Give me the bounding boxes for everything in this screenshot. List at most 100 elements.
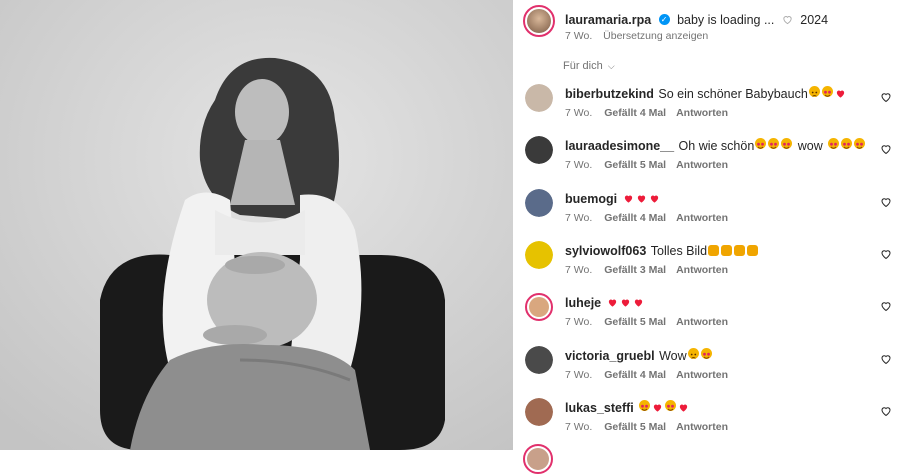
white-heart-icon: [782, 12, 793, 25]
comment-line: sylviowolf063 Tolles Bild: [565, 242, 759, 260]
comment-username[interactable]: lukas_steffi: [565, 401, 634, 415]
comment-username[interactable]: buemogi: [565, 192, 617, 206]
red-heart-icon: [620, 295, 631, 307]
like-comment-heart-icon[interactable]: [880, 142, 892, 155]
red-heart-icon: [636, 191, 647, 203]
caption-year: 2024: [800, 13, 829, 27]
comment-row: lauraadesimone__ Oh wie schön wow 7 Wo. G…: [513, 130, 900, 182]
heart-eyes-emoji-icon: [841, 138, 853, 150]
like-comment-heart-icon[interactable]: [880, 90, 892, 103]
comment-time: 7 Wo.: [565, 420, 593, 433]
comment-time: 7 Wo.: [565, 368, 593, 381]
verified-badge-icon: ✓: [658, 14, 670, 26]
comment-row: buemogi 7 Wo. Gefällt 4 Mal Antworten: [513, 183, 900, 235]
comment-row: luheje 7 Wo. Gefällt 5 Mal Antworten: [513, 287, 900, 339]
commenter-avatar[interactable]: [525, 84, 553, 112]
comment-line: lukas_steffi: [565, 399, 690, 417]
comment-username[interactable]: biberbutzekind: [565, 87, 654, 101]
comment-line: luheje: [565, 294, 645, 312]
like-comment-heart-icon[interactable]: [880, 404, 892, 416]
comment-likes-count[interactable]: Gefällt 4 Mal: [604, 212, 666, 224]
comment-filter-dropdown[interactable]: Für dich ⌵: [563, 60, 615, 72]
reply-button[interactable]: Antworten: [676, 316, 728, 328]
sad-face-emoji-icon: [808, 86, 820, 97]
comment-meta: 7 Wo. Gefällt 4 Mal Antworten: [565, 107, 728, 119]
sad-face-emoji-icon: [687, 347, 699, 359]
red-heart-icon: [652, 400, 663, 412]
comment-time: 7 Wo.: [565, 107, 593, 119]
comment-row: sylviowolf063 Tolles Bild 7 Wo. Gefällt 3 …: [513, 235, 900, 287]
reply-button[interactable]: Antworten: [676, 212, 728, 224]
clap-icon: [747, 244, 759, 256]
commenter-avatar[interactable]: [525, 188, 553, 217]
commenter-avatar[interactable]: [525, 397, 553, 426]
reply-button[interactable]: Antworten: [676, 264, 728, 276]
red-heart-icon: [835, 86, 846, 98]
comment-likes-count[interactable]: Gefällt 5 Mal: [604, 316, 666, 328]
commenter-avatar-next[interactable]: [523, 444, 553, 474]
clap-icon: [734, 244, 746, 256]
heart-eyes-emoji-icon: [768, 138, 780, 150]
comment-likes-count[interactable]: Gefällt 4 Mal: [604, 107, 666, 119]
reply-button[interactable]: Antworten: [676, 159, 728, 171]
comment-meta: 7 Wo. Gefällt 4 Mal Antworten: [565, 212, 728, 224]
comments-panel: lauramaria.rpa ✓ baby is loading ... 202…: [513, 0, 900, 474]
caption-line: lauramaria.rpa ✓ baby is loading ... 202…: [565, 11, 828, 29]
like-comment-heart-icon[interactable]: [880, 299, 892, 312]
clap-icon: [708, 244, 720, 256]
red-heart-icon: [649, 191, 660, 203]
comment-row: lukas_steffi 7 Wo. Gefällt 5 Mal Antworten: [513, 392, 900, 444]
commenter-avatar[interactable]: [525, 345, 553, 374]
reply-button[interactable]: Antworten: [676, 107, 728, 119]
comment-text-2: wow: [797, 139, 823, 154]
comment-username[interactable]: luheje: [565, 296, 601, 310]
comment-likes-count[interactable]: Gefällt 4 Mal: [604, 369, 666, 381]
comment-text: Wow: [659, 348, 687, 363]
reply-button[interactable]: Antworten: [676, 369, 728, 381]
comment-row: biberbutzekind So ein schöner Babybauch 7…: [513, 78, 900, 130]
comment-text: So ein schöner Babybauch: [658, 87, 808, 101]
heart-eyes-emoji-icon: [639, 399, 651, 411]
comment-time: 7 Wo.: [565, 263, 593, 276]
comment-time: 7 Wo.: [565, 211, 593, 224]
comment-likes-count[interactable]: Gefällt 3 Mal: [604, 264, 666, 276]
comment-text: Oh wie schön: [678, 139, 755, 154]
commenter-avatar[interactable]: [525, 293, 553, 322]
author-username[interactable]: lauramaria.rpa: [565, 13, 651, 27]
comment-likes-count[interactable]: Gefällt 5 Mal: [604, 421, 666, 433]
red-heart-icon: [678, 400, 689, 412]
comment-line: lauraadesimone__ Oh wie schön wow: [565, 137, 866, 155]
comment-meta: 7 Wo. Gefällt 3 Mal Antworten: [565, 264, 728, 276]
caption-time: 7 Wo.: [565, 30, 593, 42]
reply-button[interactable]: Antworten: [676, 421, 728, 433]
comment-likes-count[interactable]: Gefällt 5 Mal: [604, 159, 666, 171]
comment-meta: 7 Wo. Gefällt 5 Mal Antworten: [565, 159, 728, 171]
like-comment-heart-icon[interactable]: [880, 195, 892, 207]
comment-time: 7 Wo.: [565, 159, 593, 172]
like-comment-heart-icon[interactable]: [880, 247, 892, 259]
author-avatar[interactable]: [523, 5, 555, 37]
comment-meta: 7 Wo. Gefällt 5 Mal Antworten: [565, 421, 728, 433]
comment-text: Tolles Bild: [650, 243, 708, 258]
comment-username[interactable]: sylviowolf063: [565, 244, 646, 258]
comment-line: biberbutzekind So ein schöner Babybauch: [565, 85, 847, 103]
post-photo: [0, 0, 513, 450]
comment-row: victoria_gruebl Wow 7 Wo. Gefällt 4 Mal Ant…: [513, 340, 900, 392]
comment-meta: 7 Wo. Gefällt 5 Mal Antworten: [565, 316, 728, 328]
comment-filter-label: Für dich: [563, 60, 603, 72]
translate-link[interactable]: Übersetzung anzeigen: [603, 30, 708, 42]
comment-time: 7 Wo.: [565, 316, 593, 329]
commenter-avatar[interactable]: [525, 136, 553, 165]
comment-line: victoria_gruebl Wow: [565, 347, 713, 365]
red-heart-icon: [623, 191, 634, 203]
comment-username[interactable]: victoria_gruebl: [565, 349, 655, 363]
chevron-down-icon: ⌵: [607, 61, 615, 71]
like-comment-heart-icon[interactable]: [880, 352, 892, 364]
heart-eyes-emoji-icon: [781, 138, 793, 150]
comment-line: buemogi: [565, 190, 661, 208]
comment-username[interactable]: lauraadesimone__: [565, 139, 674, 153]
comment-meta: 7 Wo. Gefällt 4 Mal Antworten: [565, 369, 728, 381]
heart-eyes-emoji-icon: [821, 86, 833, 97]
commenter-avatar[interactable]: [525, 240, 553, 269]
heart-eyes-emoji-icon: [755, 138, 767, 150]
